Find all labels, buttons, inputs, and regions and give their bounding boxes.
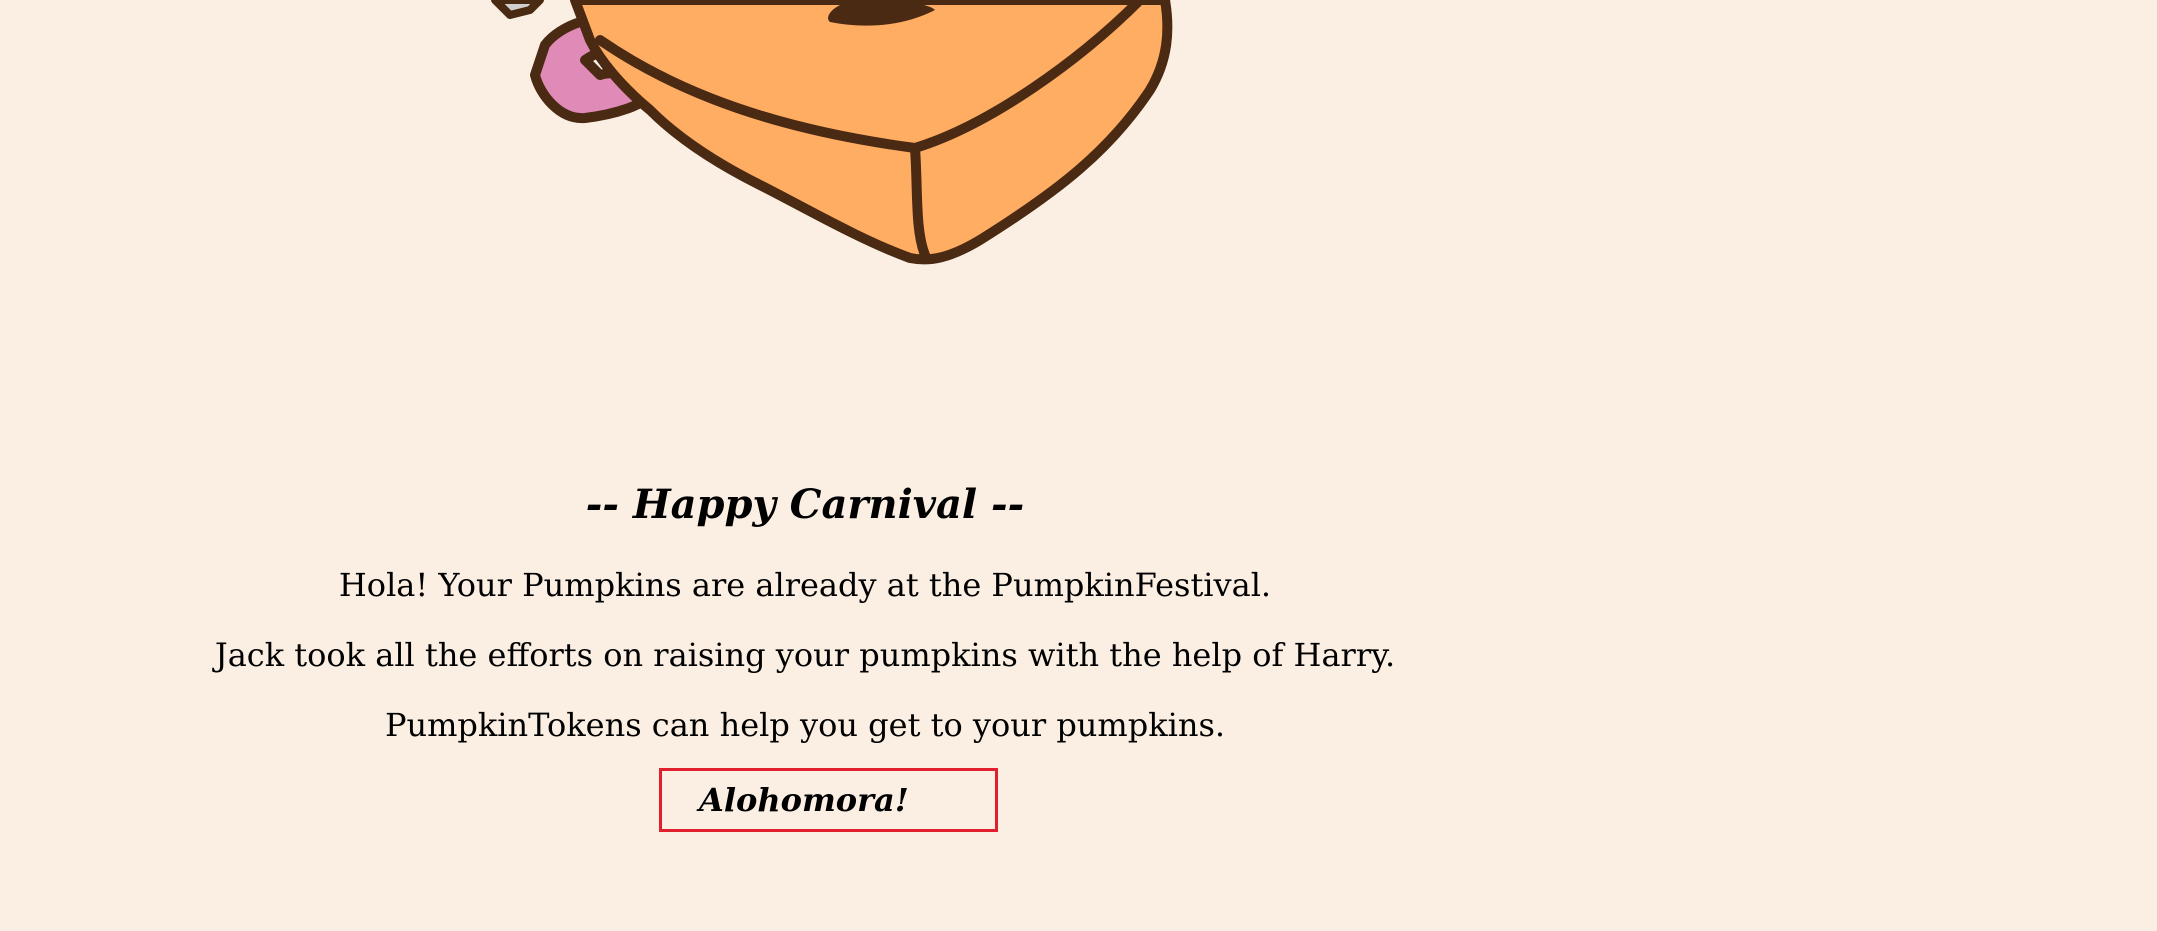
- message-line-1: Hola! Your Pumpkins are already at the P…: [338, 566, 1272, 604]
- grey-tip-shape: [491, 0, 544, 19]
- alohomora-button[interactable]: Alohomora!: [659, 768, 998, 832]
- pumpkin-box-illustration: [491, 0, 1173, 265]
- message-section: -- Happy Carnival -- Hola! Your Pumpkins…: [0, 470, 1610, 760]
- page-title: -- Happy Carnival --: [585, 481, 1025, 528]
- message-line-3: PumpkinTokens can help you get to your p…: [384, 706, 1226, 744]
- box-body: [570, 0, 1173, 265]
- message-line-2: Jack took all the efforts on raising you…: [214, 636, 1396, 674]
- page: -- Happy Carnival -- Hola! Your Pumpkins…: [0, 0, 2157, 931]
